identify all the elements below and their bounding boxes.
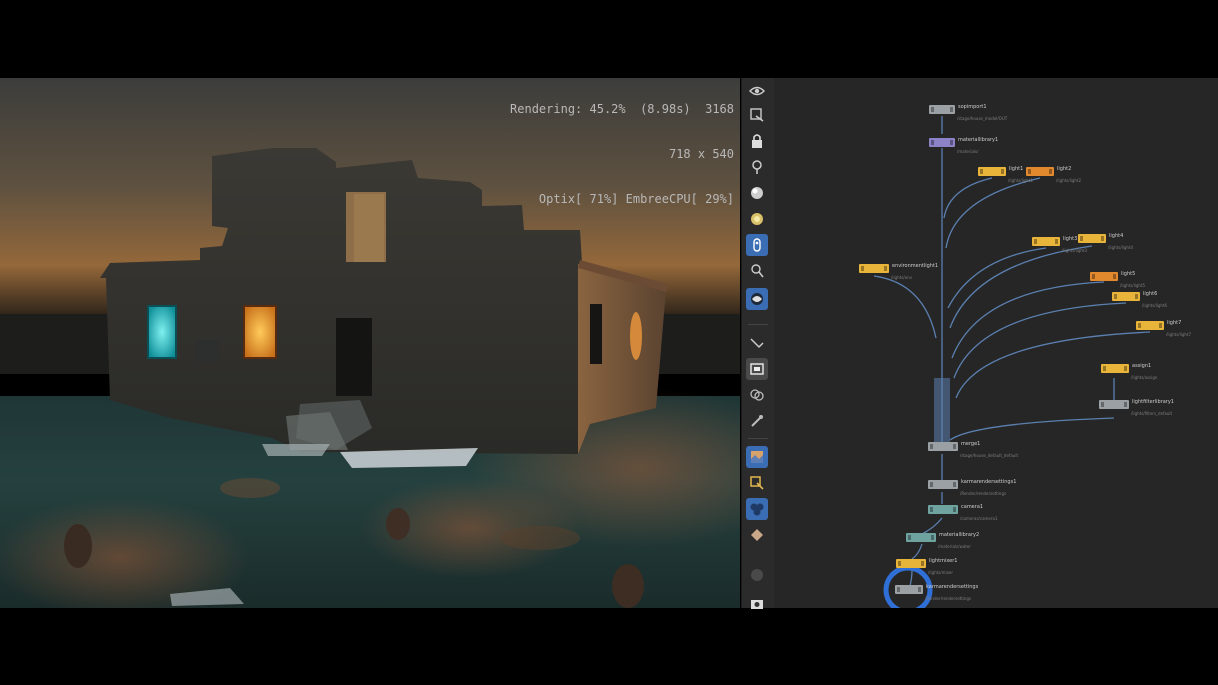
display-options-icon[interactable] bbox=[746, 104, 768, 126]
node-materiallibrary1[interactable]: materiallibrary1 /materials/ bbox=[929, 137, 998, 154]
background-image-icon[interactable] bbox=[746, 358, 768, 380]
transform-handle-icon[interactable] bbox=[746, 472, 768, 494]
node-merge1[interactable]: merge1 /stage/house_default_default bbox=[928, 441, 1018, 458]
render-stats-overlay: Rendering: 45.2% (8.98s) 3168 718 x 540 … bbox=[510, 78, 734, 237]
node-light1[interactable]: light1 /lights/light1 bbox=[978, 166, 1033, 183]
view-options-icon[interactable] bbox=[746, 80, 768, 102]
node-environmentlight1[interactable]: environmentlight1 /lights/env bbox=[859, 263, 938, 280]
lock-camera-icon[interactable] bbox=[746, 130, 768, 152]
node-wires bbox=[873, 116, 1151, 608]
node-assign1[interactable]: assign1 /lights/assign bbox=[1101, 363, 1157, 380]
pin-icon[interactable] bbox=[746, 156, 768, 178]
node-lightmixer1[interactable]: lightmixer1 /lights/mixer bbox=[896, 558, 957, 575]
camera-icon[interactable] bbox=[746, 592, 768, 614]
selection-mode-icon[interactable] bbox=[746, 384, 768, 406]
camera-lights-icon[interactable] bbox=[746, 260, 768, 282]
texture-icon[interactable] bbox=[746, 446, 768, 468]
render-globe-icon[interactable] bbox=[746, 288, 768, 310]
node-light2[interactable]: light2 /lights/light2 bbox=[1026, 166, 1081, 183]
render-engine-text: Optix[ 71%] EmbreeCPU[ 29%] bbox=[538, 192, 734, 206]
snapping-icon[interactable] bbox=[746, 332, 768, 354]
viewport-toolbar bbox=[741, 78, 775, 609]
node-karmarendersettings[interactable]: karmarendersettings /Render/rendersettin… bbox=[895, 584, 978, 601]
diamond-icon[interactable] bbox=[746, 524, 768, 546]
gray-circle-icon[interactable] bbox=[746, 564, 768, 586]
node-light5[interactable]: light5 /lights/light5 bbox=[1090, 271, 1145, 288]
materials-icon[interactable] bbox=[746, 498, 768, 520]
light-bulb-icon[interactable] bbox=[746, 208, 768, 230]
node-materiallibrary2[interactable]: materiallibrary2 /materials/water bbox=[906, 532, 979, 549]
node-network-editor[interactable]: sopimport1 /stage/house_model/OUT materi… bbox=[774, 78, 1218, 608]
node-light7[interactable]: light7 /lights/light7 bbox=[1136, 320, 1191, 337]
render-progress-text: Rendering: 45.2% (8.98s) 3168 bbox=[510, 102, 734, 116]
node-camera1[interactable]: camera1 /cameras/camera1 bbox=[928, 504, 998, 521]
brush-icon[interactable] bbox=[746, 410, 768, 432]
render-viewport[interactable]: Rendering: 45.2% (8.98s) 3168 718 x 540 … bbox=[0, 78, 740, 608]
node-sopimport1[interactable]: sopimport1 /stage/house_model/OUT bbox=[929, 104, 1007, 121]
headlight-icon[interactable] bbox=[746, 234, 768, 256]
node-light4[interactable]: light4 /lights/light4 bbox=[1078, 233, 1133, 250]
application-frame: Rendering: 45.2% (8.98s) 3168 718 x 540 … bbox=[0, 78, 1218, 609]
node-light6[interactable]: light6 /lights/light6 bbox=[1112, 291, 1167, 308]
sphere-shading-icon[interactable] bbox=[746, 182, 768, 204]
render-resolution-text: 718 x 540 bbox=[668, 147, 734, 161]
node-light3[interactable]: light3 /lights/light3 bbox=[1032, 236, 1087, 253]
node-karmarendersettings1[interactable]: karmarendersettings1 /Render/rendersetti… bbox=[928, 479, 1016, 496]
node-lightfilterlibrary1[interactable]: lightfilterlibrary1 /lights/filters_defa… bbox=[1099, 399, 1174, 416]
